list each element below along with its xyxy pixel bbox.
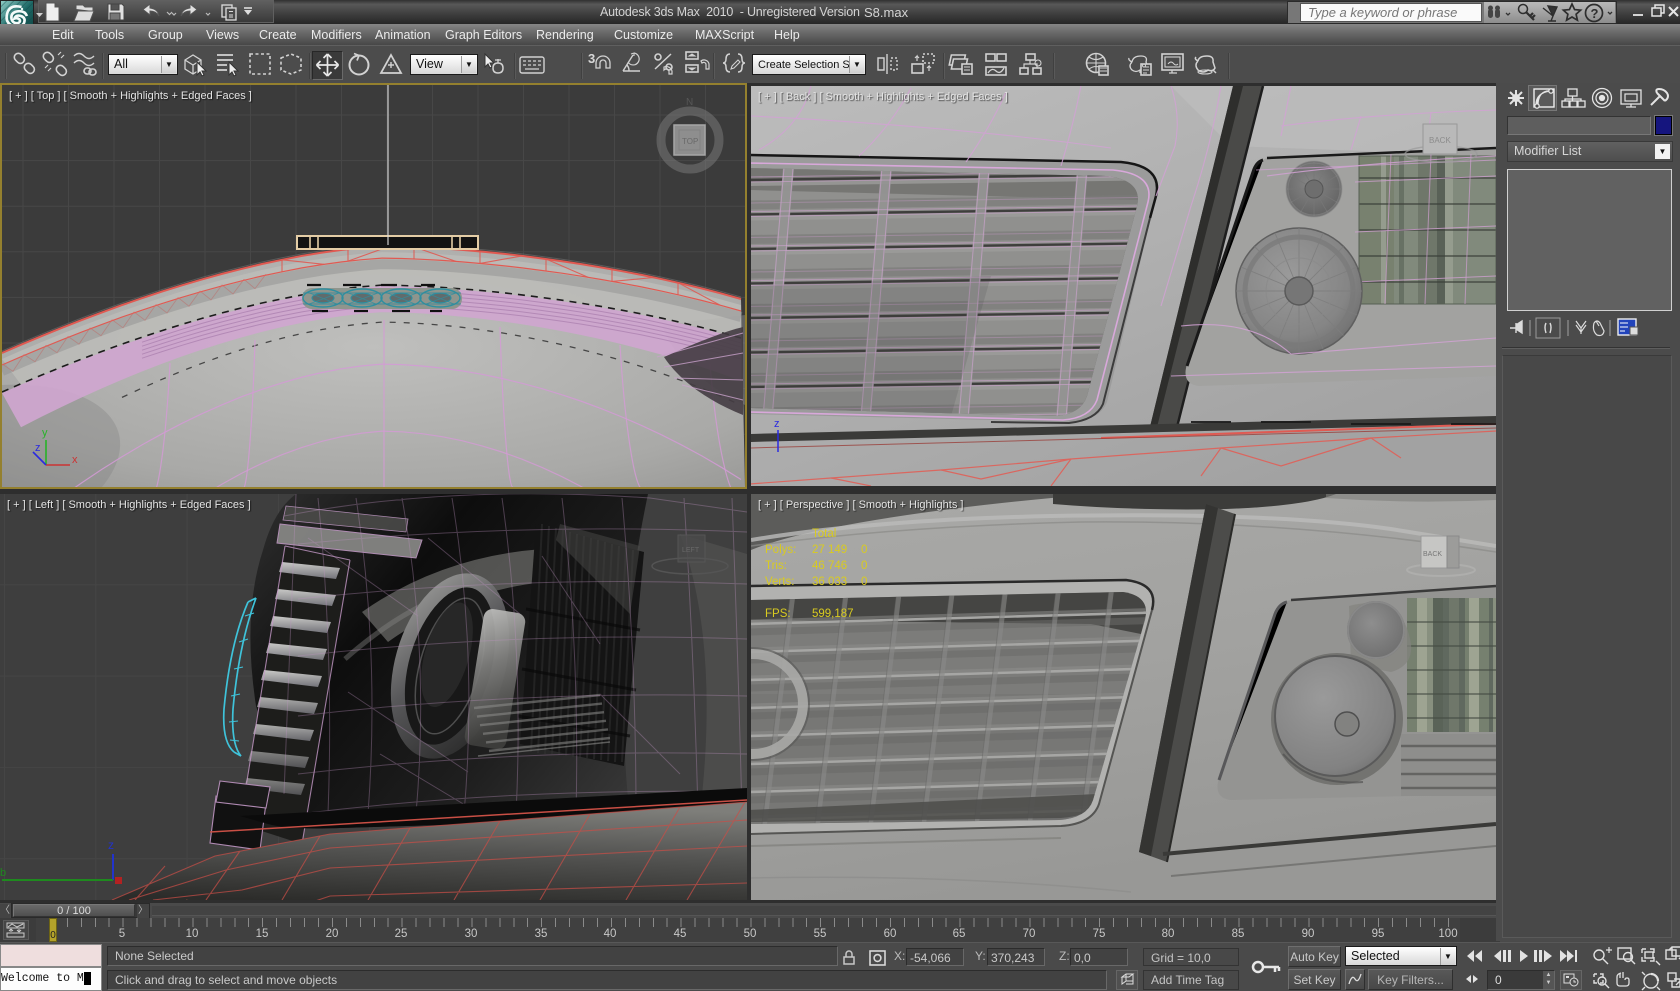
svg-text:x: x	[72, 454, 78, 466]
svg-text:N: N	[686, 97, 693, 108]
svg-text:b: b	[0, 867, 6, 879]
svg-text:z: z	[108, 838, 114, 852]
svg-text:?: ?	[1591, 6, 1599, 21]
svg-text:3: 3	[588, 51, 595, 66]
svg-text:y: y	[42, 427, 48, 439]
svg-text:z: z	[35, 442, 41, 454]
svg-text:BACK: BACK	[1429, 136, 1451, 145]
svg-text:TOP: TOP	[682, 137, 698, 146]
svg-text:z: z	[774, 418, 780, 430]
svg-text:BACK: BACK	[1423, 551, 1442, 558]
svg-text:LEFT: LEFT	[682, 547, 700, 554]
